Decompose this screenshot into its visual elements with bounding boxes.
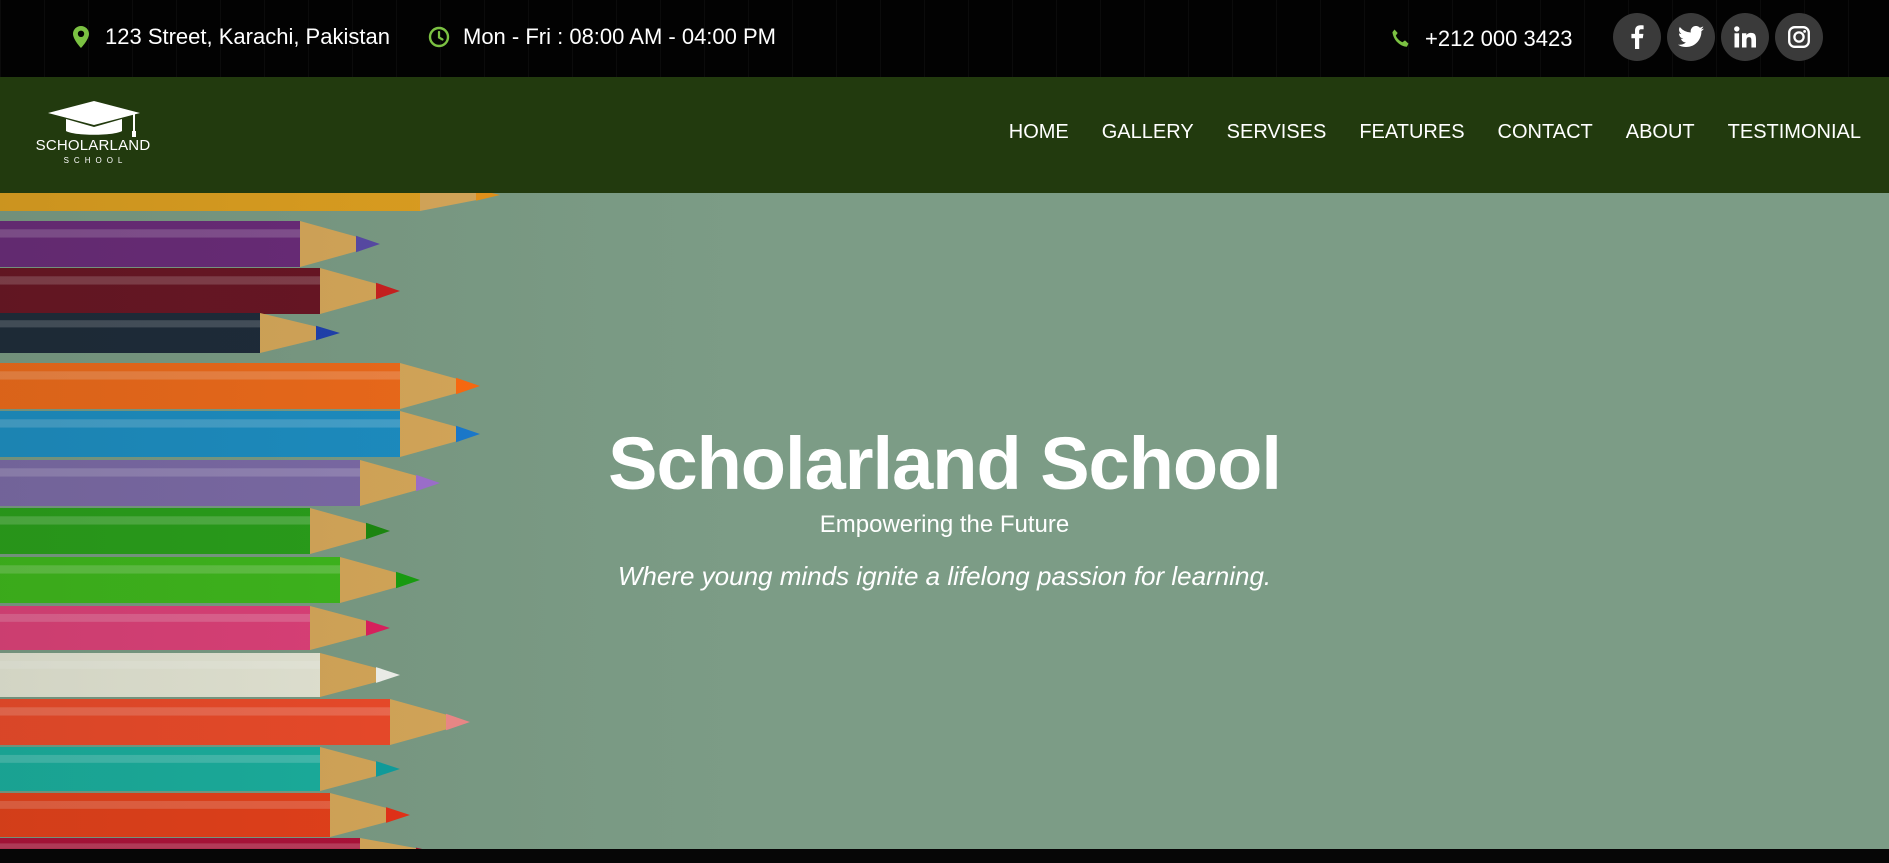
hero-section: Scholarland School Empowering the Future…	[0, 193, 1889, 849]
linkedin-link[interactable]	[1721, 13, 1769, 61]
graduation-cap-icon	[48, 101, 140, 137]
nav-link-about[interactable]: ABOUT	[1626, 121, 1695, 144]
nav-menu: HOME GALLERY SERVISES FEATURES CONTACT ABOUT T…	[1009, 121, 1861, 144]
logo-name: SCHOLARLAND	[35, 137, 151, 154]
nav-link-features[interactable]: FEATURES	[1359, 121, 1464, 144]
social-links	[1613, 13, 1823, 61]
nav-link-home[interactable]: HOME	[1009, 121, 1069, 144]
hero-tagline: Where young minds ignite a lifelong pass…	[617, 561, 1272, 591]
hero-subtitle: Empowering the Future	[819, 511, 1070, 538]
site-logo[interactable]: SCHOLARLAND SCHOOL	[34, 99, 152, 175]
facebook-icon	[1631, 25, 1644, 49]
address-text: 123 Street, Karachi, Pakistan	[105, 24, 390, 49]
page: 123 Street, Karachi, Pakistan Mon - Fri …	[0, 0, 1889, 863]
instagram-icon	[1788, 26, 1810, 48]
phone-icon	[1390, 26, 1412, 52]
top-info-bar: 123 Street, Karachi, Pakistan Mon - Fri …	[0, 0, 1889, 77]
nav-link-gallery[interactable]: GALLERY	[1102, 121, 1194, 144]
twitter-link[interactable]	[1667, 13, 1715, 61]
clock-icon	[428, 24, 450, 50]
hours-info: Mon - Fri : 08:00 AM - 04:00 PM	[428, 22, 776, 52]
map-marker-icon	[70, 24, 92, 50]
section-divider	[0, 849, 1889, 863]
facebook-link[interactable]	[1613, 13, 1661, 61]
twitter-icon	[1678, 26, 1704, 48]
nav-link-testimonial[interactable]: TESTIMONIAL	[1728, 121, 1861, 144]
address-info: 123 Street, Karachi, Pakistan	[70, 22, 390, 52]
linkedin-icon	[1734, 26, 1756, 48]
main-navbar: SCHOLARLAND SCHOOL HOME GALLERY SERVISES FE…	[0, 77, 1889, 193]
instagram-link[interactable]	[1775, 13, 1823, 61]
hero-title: Scholarland School	[608, 422, 1282, 505]
hours-text: Mon - Fri : 08:00 AM - 04:00 PM	[463, 24, 777, 49]
nav-link-contact[interactable]: CONTACT	[1498, 121, 1593, 144]
phone-text: +212 000 3423	[1425, 26, 1573, 51]
logo-subtitle: SCHOOL	[63, 156, 128, 165]
phone-info[interactable]: +212 000 3423	[1390, 24, 1572, 54]
nav-link-servises[interactable]: SERVISES	[1227, 121, 1327, 144]
